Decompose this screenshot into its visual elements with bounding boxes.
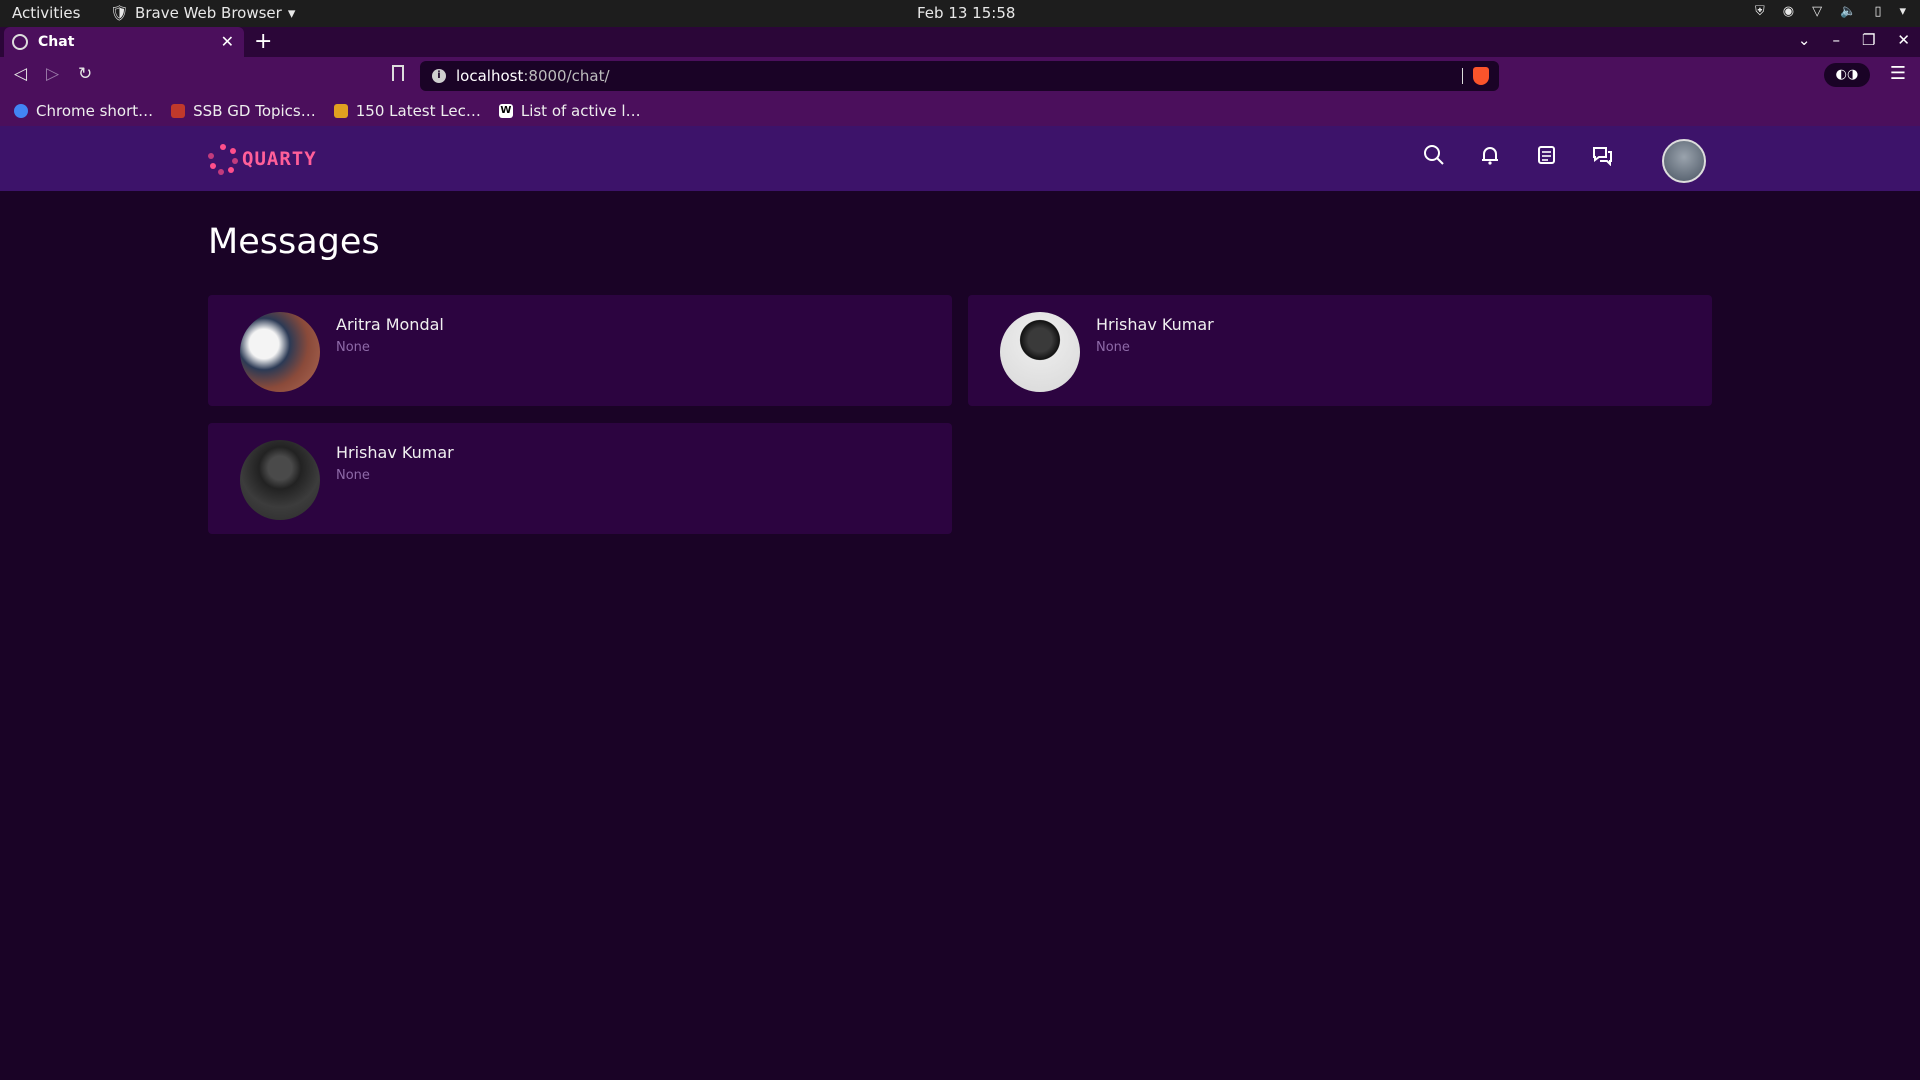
- contact-name: Hrishav Kumar: [1096, 315, 1214, 334]
- last-message: None: [336, 340, 370, 355]
- chevron-down-icon: ▾: [287, 4, 296, 22]
- user-avatar[interactable]: [1662, 139, 1706, 183]
- window-controls: ⌄ – ❐ ✕: [1798, 31, 1910, 49]
- url-host: localhost: [456, 67, 524, 85]
- chat-icon[interactable]: [1588, 141, 1616, 169]
- app-header: QUARTY: [0, 126, 1920, 191]
- volume-icon: 🔈: [1840, 4, 1857, 19]
- page-title: Messages: [208, 222, 380, 262]
- globe-icon: [12, 34, 28, 50]
- conversation-card[interactable]: Hrishav Kumar None: [208, 423, 952, 534]
- bookmark-item[interactable]: 150 Latest Lec…: [333, 101, 481, 120]
- newspaper-icon[interactable]: [1532, 141, 1560, 169]
- bookmarks-bar: Chrome short… SSB GD Topics… 150 Latest …: [0, 95, 1920, 126]
- logo-icon: [208, 144, 238, 175]
- conversation-card[interactable]: Aritra Mondal None: [208, 295, 952, 406]
- activities-button[interactable]: Activities: [12, 4, 80, 22]
- tab-search-icon[interactable]: ⌄: [1798, 31, 1811, 49]
- logo[interactable]: QUARTY: [208, 144, 317, 175]
- bookmark-label: 150 Latest Lec…: [355, 101, 481, 120]
- google-icon: [14, 103, 28, 118]
- brave-icon: 🛡: [110, 4, 130, 22]
- chevron-down-icon: ▾: [1899, 4, 1906, 19]
- menu-icon[interactable]: ☰: [1890, 63, 1906, 84]
- close-window-icon[interactable]: ✕: [1897, 31, 1910, 49]
- address-bar[interactable]: i localhost:8000/chat/: [420, 61, 1499, 91]
- avatar: [240, 312, 320, 392]
- bookmark-icon[interactable]: [392, 65, 404, 81]
- ssb-icon: [171, 103, 186, 118]
- contact-name: Hrishav Kumar: [336, 443, 454, 462]
- new-tab-button[interactable]: +: [254, 29, 272, 54]
- wikipedia-icon: W: [498, 103, 513, 118]
- logo-text: QUARTY: [242, 148, 317, 170]
- last-message: None: [336, 468, 370, 483]
- tab-strip: Chat ✕ + ⌄ – ❐ ✕: [0, 27, 1920, 57]
- close-tab-icon[interactable]: ✕: [221, 32, 234, 51]
- search-icon[interactable]: [1420, 141, 1448, 169]
- vpn-wallet-icon[interactable]: ◐◑: [1824, 63, 1870, 87]
- avatar: [1000, 312, 1080, 392]
- system-top-bar: Activities 🛡 Brave Web Browser ▾ Feb 13 …: [0, 0, 1920, 27]
- bookmark-label: SSB GD Topics…: [193, 101, 316, 120]
- clock[interactable]: Feb 13 15:58: [917, 4, 1015, 22]
- browser-toolbar: ◁ ▷ ↻ i localhost:8000/chat/ ◐◑ ☰: [0, 57, 1920, 95]
- discord-icon: ◉: [1782, 4, 1795, 19]
- bookmark-item[interactable]: W List of active l…: [498, 101, 641, 120]
- header-actions: [1420, 141, 1616, 169]
- last-message: None: [1096, 340, 1130, 355]
- shield-icon: ⛨: [1755, 4, 1765, 19]
- back-icon[interactable]: ◁: [14, 64, 27, 84]
- divider: [1462, 68, 1463, 84]
- avatar: [240, 440, 320, 520]
- minimize-icon[interactable]: –: [1832, 31, 1840, 49]
- brave-shields-icon[interactable]: [1473, 67, 1489, 85]
- site-info-icon[interactable]: i: [432, 69, 446, 83]
- bookmark-item[interactable]: Chrome short…: [14, 102, 153, 120]
- app-menu[interactable]: 🛡 Brave Web Browser ▾: [110, 4, 295, 22]
- tab-title: Chat: [38, 34, 75, 50]
- reload-icon[interactable]: ↻: [78, 64, 92, 84]
- battery-icon: ▯: [1874, 4, 1882, 19]
- tab-chat[interactable]: Chat ✕: [4, 27, 244, 57]
- app-menu-label: Brave Web Browser: [135, 4, 282, 22]
- maximize-icon[interactable]: ❐: [1862, 31, 1875, 49]
- contact-name: Aritra Mondal: [336, 315, 444, 334]
- lecture-icon: [333, 103, 348, 118]
- bookmark-item[interactable]: SSB GD Topics…: [171, 102, 316, 120]
- bookmark-label: Chrome short…: [36, 101, 154, 120]
- bookmark-label: List of active l…: [520, 101, 641, 120]
- forward-icon[interactable]: ▷: [46, 64, 59, 84]
- system-tray[interactable]: ⛨ ◉ ▽ 🔈 ▯ ▾: [1755, 4, 1906, 19]
- url-path: :8000/chat/: [523, 67, 610, 85]
- bell-icon[interactable]: [1476, 141, 1504, 169]
- wifi-icon: ▽: [1812, 4, 1823, 19]
- conversation-card[interactable]: Hrishav Kumar None: [968, 295, 1712, 406]
